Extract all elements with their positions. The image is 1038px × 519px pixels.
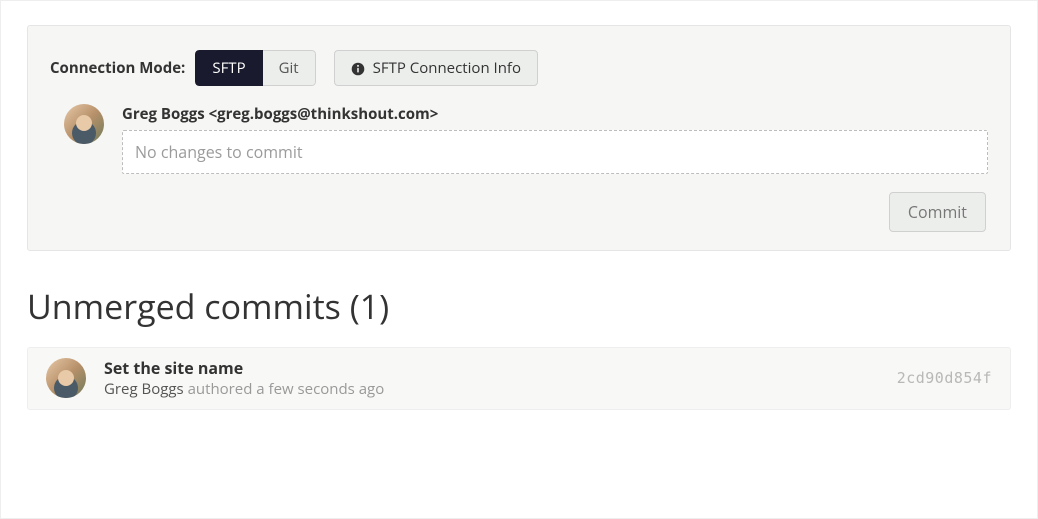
connection-header: Connection Mode: SFTP Git SFTP Connectio… <box>50 50 988 86</box>
commit-time-ago: authored a few seconds ago <box>188 379 385 399</box>
commit-actions: Commit <box>50 192 988 232</box>
commit-compose-area: Greg Boggs <greg.boggs@thinkshout.com> <box>122 104 988 174</box>
commit-compose-row: Greg Boggs <greg.boggs@thinkshout.com> <box>50 104 988 174</box>
mode-git-button[interactable]: Git <box>263 50 316 86</box>
sftp-connection-info-button[interactable]: SFTP Connection Info <box>334 50 538 86</box>
avatar <box>46 358 86 398</box>
commit-author-name: Greg Boggs <box>104 379 184 399</box>
avatar <box>64 104 104 144</box>
connection-panel: Connection Mode: SFTP Git SFTP Connectio… <box>27 25 1011 251</box>
commit-hash: 2cd90d854f <box>897 369 992 387</box>
unmerged-commits-heading: Unmerged commits (1) <box>27 283 1011 329</box>
sftp-connection-info-label: SFTP Connection Info <box>373 58 521 78</box>
commit-message-input[interactable] <box>122 130 988 174</box>
commit-author-display: Greg Boggs <greg.boggs@thinkshout.com> <box>122 104 988 124</box>
commit-title: Set the site name <box>104 358 879 379</box>
commit-button[interactable]: Commit <box>889 192 986 232</box>
info-circle-icon <box>351 61 365 75</box>
mode-sftp-button[interactable]: SFTP <box>195 50 262 86</box>
commit-body: Set the site name Greg Boggs authored a … <box>104 358 879 399</box>
connection-mode-toggle: SFTP Git <box>195 50 315 86</box>
commit-meta: Greg Boggs authored a few seconds ago <box>104 379 879 399</box>
commit-row[interactable]: Set the site name Greg Boggs authored a … <box>27 347 1011 410</box>
page-root: Connection Mode: SFTP Git SFTP Connectio… <box>0 0 1038 519</box>
commit-list: Set the site name Greg Boggs authored a … <box>27 347 1011 410</box>
connection-mode-label: Connection Mode: <box>50 58 185 78</box>
